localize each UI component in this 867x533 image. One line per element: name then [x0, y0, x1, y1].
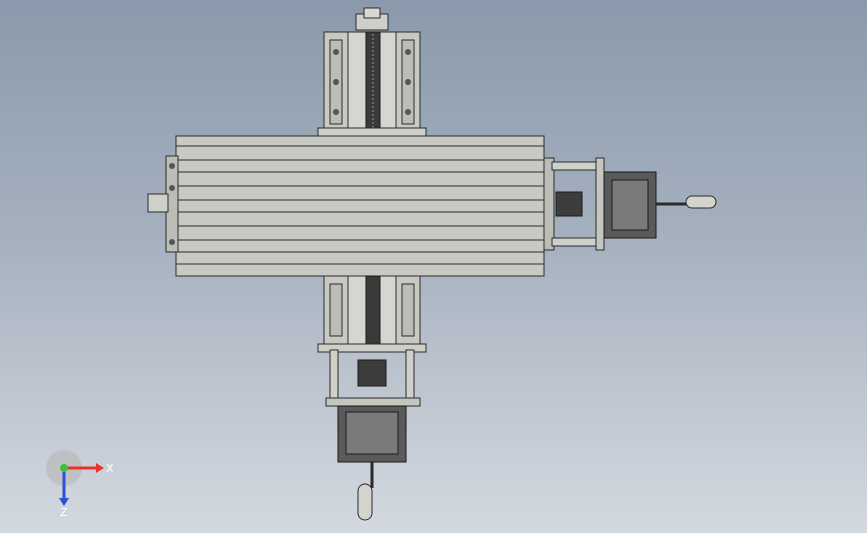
y-axis-slide-upper[interactable] [317, 7, 427, 137]
x-motor-assembly[interactable] [551, 157, 717, 251]
y-axis-slide-lower[interactable] [317, 275, 427, 407]
axis-triad: X Z [46, 450, 114, 519]
cross-slide-table-model[interactable] [0, 0, 867, 533]
x-axis-label: X [106, 462, 114, 475]
y-motor-assembly[interactable] [337, 405, 407, 521]
x-axis-beam[interactable] [147, 135, 555, 277]
z-axis-label: Z [60, 506, 68, 519]
cad-viewport[interactable]: X Z [0, 0, 867, 533]
